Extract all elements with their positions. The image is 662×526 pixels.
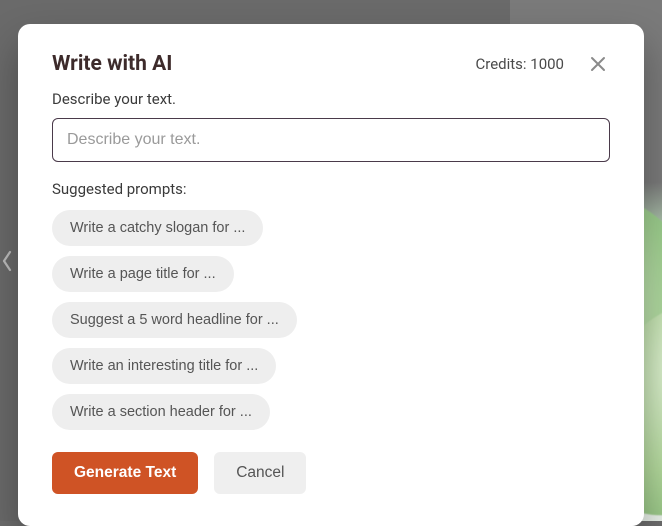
suggested-prompts-label: Suggested prompts: (52, 180, 610, 198)
describe-input[interactable] (52, 118, 610, 162)
describe-label: Describe your text. (52, 90, 610, 108)
suggested-prompt[interactable]: Write a catchy slogan for ... (52, 210, 263, 246)
suggested-prompts-list: Write a catchy slogan for ... Write a pa… (52, 210, 610, 430)
carousel-prev-button[interactable] (0, 231, 14, 291)
modal-header: Write with AI Credits: 1000 (52, 52, 610, 76)
cancel-button[interactable]: Cancel (214, 452, 306, 494)
close-icon (589, 55, 607, 73)
close-button[interactable] (586, 52, 610, 76)
modal-title: Write with AI (52, 52, 172, 76)
suggested-prompt[interactable]: Write an interesting title for ... (52, 348, 276, 384)
suggested-prompt[interactable]: Write a section header for ... (52, 394, 270, 430)
credits-label: Credits: 1000 (476, 55, 565, 73)
write-with-ai-modal: Write with AI Credits: 1000 Describe you… (18, 24, 644, 526)
suggested-prompt[interactable]: Suggest a 5 word headline for ... (52, 302, 297, 338)
chevron-left-icon (1, 249, 13, 273)
modal-actions: Generate Text Cancel (52, 452, 610, 494)
suggested-prompt[interactable]: Write a page title for ... (52, 256, 234, 292)
generate-text-button[interactable]: Generate Text (52, 452, 198, 494)
